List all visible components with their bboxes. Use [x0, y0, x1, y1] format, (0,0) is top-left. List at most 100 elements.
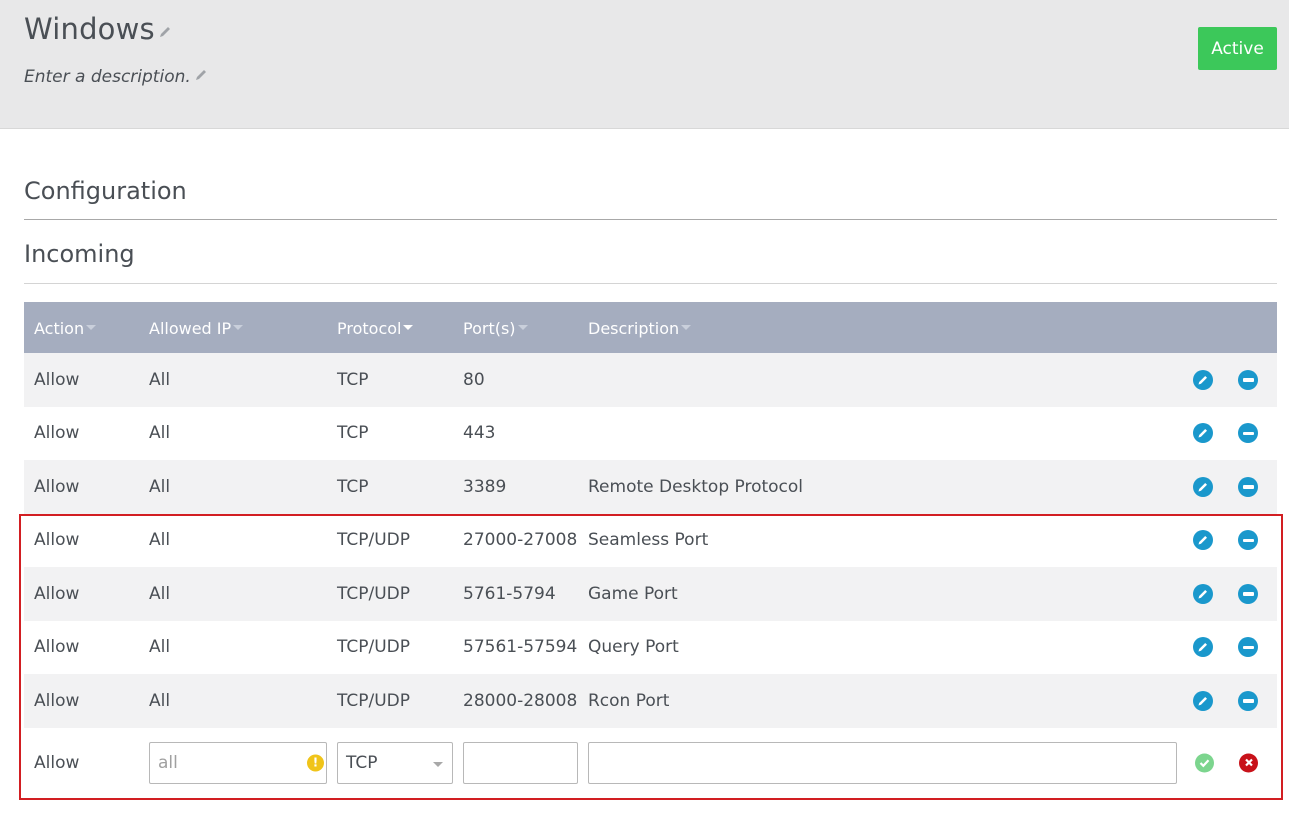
cell-allowed-ip: All — [149, 476, 171, 497]
page-title-text: Windows — [24, 12, 155, 46]
allowed-ip-input[interactable] — [149, 741, 327, 784]
new-rule-action: Allow — [34, 752, 80, 773]
description-input[interactable] — [588, 741, 1177, 784]
sort-caret-icon — [86, 325, 97, 330]
minus-circle-icon — [1242, 431, 1254, 435]
sort-caret-icon — [233, 325, 244, 330]
protocol-selected-value: TCP — [346, 752, 378, 773]
pencil-icon — [1198, 429, 1207, 438]
cell-action: Allow — [34, 476, 80, 497]
cell-protocol: TCP/UDP — [337, 690, 411, 711]
page-title[interactable]: Windows — [24, 12, 172, 46]
page-header: Windows Enter a description. Active — [0, 0, 1289, 129]
cell-protocol: TCP/UDP — [337, 637, 411, 658]
ports-input[interactable] — [463, 741, 578, 784]
edit-rule-button[interactable] — [1193, 690, 1213, 711]
cell-allowed-ip: All — [149, 690, 171, 711]
table-row: Allow All TCP/UDP 57561-57594 Query Port — [24, 620, 1277, 674]
cell-ports: 80 — [463, 369, 485, 390]
protocol-select[interactable]: TCP — [337, 741, 453, 784]
column-label: Allowed IP — [149, 319, 232, 338]
cell-action: Allow — [34, 423, 80, 444]
cell-action: Allow — [34, 583, 80, 604]
table-row: Allow All TCP/UDP 28000-28008 Rcon Port — [24, 674, 1277, 728]
table-row: Allow All TCP 80 — [24, 353, 1277, 407]
cell-protocol: TCP — [337, 423, 369, 444]
cell-description: Rcon Port — [588, 690, 670, 711]
edit-description-pencil-icon[interactable] — [194, 67, 208, 81]
cell-ports: 5761-5794 — [463, 583, 556, 604]
configuration-divider — [24, 219, 1277, 220]
cell-action: Allow — [34, 530, 80, 551]
edit-title-pencil-icon[interactable] — [158, 12, 172, 37]
cell-ports: 27000-27008 — [463, 530, 578, 551]
cell-allowed-ip: All — [149, 583, 171, 604]
cell-ports: 28000-28008 — [463, 690, 578, 711]
warning-icon: ! — [307, 754, 324, 771]
cell-protocol: TCP — [337, 476, 369, 497]
column-label: Protocol — [337, 319, 402, 338]
remove-rule-button[interactable] — [1238, 423, 1258, 444]
cell-action: Allow — [34, 369, 80, 390]
incoming-divider — [24, 283, 1277, 284]
description-placeholder: Enter a description. — [24, 67, 191, 87]
cell-allowed-ip: All — [149, 369, 171, 390]
minus-circle-icon — [1242, 378, 1254, 382]
edit-rule-button[interactable] — [1193, 476, 1213, 497]
column-header-action[interactable]: Action — [34, 319, 97, 338]
remove-rule-button[interactable] — [1238, 690, 1258, 711]
cell-protocol: TCP/UDP — [337, 583, 411, 604]
column-label: Description — [588, 319, 680, 338]
edit-rule-button[interactable] — [1193, 530, 1213, 551]
incoming-heading: Incoming — [24, 240, 135, 268]
minus-circle-icon — [1242, 699, 1254, 703]
pencil-icon — [1198, 589, 1207, 599]
configuration-heading: Configuration — [24, 177, 187, 205]
page-description[interactable]: Enter a description. — [24, 67, 208, 87]
edit-rule-button[interactable] — [1193, 637, 1213, 658]
cell-protocol: TCP/UDP — [337, 530, 411, 551]
sort-caret-icon — [681, 325, 692, 330]
cell-allowed-ip: All — [149, 637, 171, 658]
remove-rule-button[interactable] — [1238, 476, 1258, 497]
pencil-icon — [1198, 536, 1207, 545]
edit-rule-button[interactable] — [1193, 423, 1213, 444]
column-header-protocol[interactable]: Protocol — [337, 319, 414, 338]
minus-circle-icon — [1242, 645, 1254, 649]
pencil-icon — [1198, 375, 1207, 385]
cell-allowed-ip: All — [149, 423, 171, 444]
cell-description: Seamless Port — [588, 530, 709, 551]
cell-action: Allow — [34, 690, 80, 711]
sort-caret-icon — [517, 325, 528, 330]
cell-protocol: TCP — [337, 369, 369, 390]
chevron-down-icon — [433, 761, 443, 767]
confirm-rule-button[interactable] — [1195, 753, 1214, 772]
edit-rule-button[interactable] — [1193, 369, 1213, 390]
remove-rule-button[interactable] — [1238, 583, 1258, 604]
remove-rule-button[interactable] — [1238, 369, 1258, 390]
table-row: Allow All TCP/UDP 27000-27008 Seamless P… — [24, 513, 1277, 567]
cell-allowed-ip: All — [149, 530, 171, 551]
column-header-allowed-ip[interactable]: Allowed IP — [149, 319, 244, 338]
pencil-icon — [1198, 696, 1207, 706]
edit-rule-button[interactable] — [1193, 583, 1213, 604]
cell-description: Remote Desktop Protocol — [588, 476, 804, 497]
cell-action: Allow — [34, 637, 80, 658]
minus-circle-icon — [1242, 485, 1254, 489]
x-circle-icon — [1244, 758, 1253, 767]
table-row: Allow All TCP 443 — [24, 406, 1277, 460]
cell-ports: 443 — [463, 423, 496, 444]
cell-ports: 57561-57594 — [463, 637, 578, 658]
cell-ports: 3389 — [463, 476, 507, 497]
status-active-button[interactable]: Active — [1198, 27, 1277, 70]
incoming-rules-table: Action Allowed IP Protocol Port(s) Descr… — [24, 302, 1277, 798]
pencil-icon — [1198, 482, 1207, 492]
column-header-description[interactable]: Description — [588, 319, 692, 338]
remove-rule-button[interactable] — [1238, 530, 1258, 551]
remove-rule-button[interactable] — [1238, 637, 1258, 658]
table-row: Allow All TCP/UDP 5761-5794 Game Port — [24, 567, 1277, 621]
column-header-ports[interactable]: Port(s) — [463, 319, 528, 338]
cancel-rule-button[interactable] — [1239, 753, 1258, 772]
new-rule-row: Allow ! TCP — [24, 727, 1277, 798]
minus-circle-icon — [1242, 538, 1254, 542]
